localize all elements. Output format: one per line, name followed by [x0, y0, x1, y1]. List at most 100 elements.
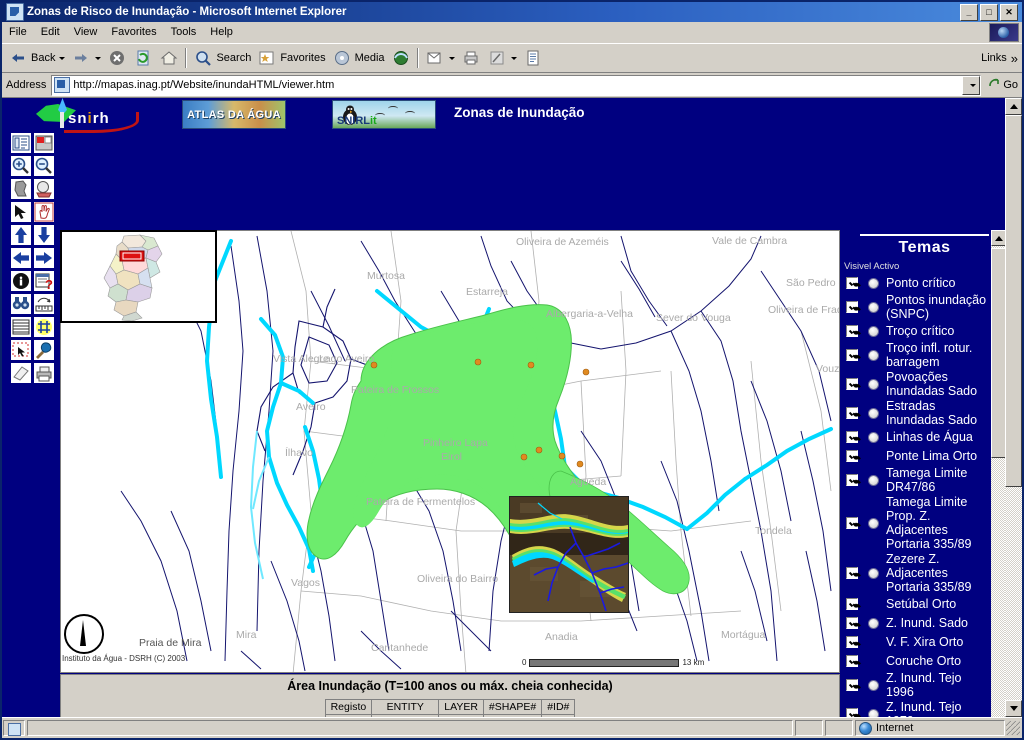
minimize-button[interactable]: _	[960, 3, 978, 21]
theme-row[interactable]: V. F. Xira Orto	[842, 633, 989, 651]
theme-row[interactable]: Linhas de Água	[842, 428, 989, 446]
print-button[interactable]	[458, 46, 484, 70]
pan-west-tool[interactable]	[10, 247, 32, 269]
grid-tool[interactable]	[33, 316, 55, 338]
links-bar[interactable]: Links »	[981, 51, 1018, 66]
theme-row[interactable]: Tamega Limite Prop. Z. Adjacentes Portar…	[842, 495, 989, 551]
theme-row[interactable]: Z. Inund. Tejo 1996	[842, 671, 989, 699]
theme-visible-checkbox[interactable]	[846, 349, 858, 361]
snirlit-logo[interactable]: SNIRLit	[332, 100, 436, 129]
page-scroll-thumb[interactable]	[1005, 115, 1022, 487]
home-button[interactable]	[156, 46, 182, 70]
pan-north-tool[interactable]	[10, 224, 32, 246]
find-tool[interactable]	[10, 293, 32, 315]
overview-locator-map[interactable]	[60, 230, 217, 323]
theme-visible-checkbox[interactable]	[846, 407, 858, 419]
theme-row[interactable]: Tamega Limite DR47/86	[842, 466, 989, 494]
theme-visible-checkbox[interactable]	[846, 617, 858, 629]
stop-button[interactable]	[104, 46, 130, 70]
pan-south-tool[interactable]	[33, 224, 55, 246]
theme-visible-checkbox[interactable]	[846, 378, 858, 390]
legend-tool[interactable]	[10, 132, 32, 154]
mail-dropdown-icon[interactable]	[448, 56, 455, 60]
satellite-inset-image[interactable]	[509, 496, 629, 613]
menu-help[interactable]: Help	[203, 24, 240, 40]
refresh-button[interactable]	[130, 46, 156, 70]
zoom-previous-tool[interactable]	[33, 178, 55, 200]
theme-row[interactable]: Coruche Orto	[842, 652, 989, 670]
theme-active-radio[interactable]	[868, 567, 879, 579]
theme-active-radio[interactable]	[868, 474, 879, 486]
page-scroll-down-button[interactable]	[1005, 700, 1022, 717]
theme-row[interactable]: Zezere Z. Adjacentes Portaria 335/89	[842, 552, 989, 594]
address-url-text[interactable]: http://mapas.inag.pt/Website/inundaHTML/…	[73, 79, 962, 91]
theme-visible-checkbox[interactable]	[846, 277, 858, 289]
theme-active-radio[interactable]	[868, 325, 879, 337]
zoom-in-tool[interactable]	[10, 155, 32, 177]
theme-active-radio[interactable]	[868, 407, 879, 419]
discuss-button[interactable]	[520, 46, 546, 70]
back-button[interactable]: Back	[5, 46, 68, 70]
media-button[interactable]: Media	[329, 46, 388, 70]
identify-pointer-tool[interactable]	[10, 201, 32, 223]
registo-link[interactable]: 1	[345, 716, 351, 717]
maximize-button[interactable]: □	[980, 3, 998, 21]
pan-hand-tool[interactable]	[33, 201, 55, 223]
atlas-da-agua-logo[interactable]: ATLAS DA ÁGUA	[182, 100, 286, 129]
links-chevron-icon[interactable]: »	[1011, 51, 1018, 66]
go-button[interactable]: Go	[987, 75, 1018, 95]
theme-visible-checkbox[interactable]	[846, 708, 858, 717]
theme-row[interactable]: Troço infl. rotur. barragem	[842, 341, 989, 369]
theme-active-radio[interactable]	[868, 277, 879, 289]
theme-active-radio[interactable]	[868, 378, 879, 390]
theme-active-radio[interactable]	[868, 617, 879, 629]
print-tool[interactable]	[33, 362, 55, 384]
theme-row[interactable]: Z. Inund. Sado	[842, 614, 989, 632]
favorites-button[interactable]: Favorites	[254, 46, 328, 70]
theme-visible-checkbox[interactable]	[846, 567, 858, 579]
menu-tools[interactable]: Tools	[164, 24, 204, 40]
edit-button[interactable]	[484, 46, 520, 70]
search-button[interactable]: Search	[190, 46, 254, 70]
theme-visible-checkbox[interactable]	[846, 431, 858, 443]
address-input[interactable]: http://mapas.inag.pt/Website/inundaHTML/…	[51, 74, 982, 96]
theme-row[interactable]: Setúbal Orto	[842, 595, 989, 613]
theme-visible-checkbox[interactable]	[846, 325, 858, 337]
info-tool[interactable]	[10, 270, 32, 292]
layout-tool[interactable]	[33, 132, 55, 154]
forward-dropdown-icon[interactable]	[95, 56, 102, 60]
menu-edit[interactable]: Edit	[34, 24, 67, 40]
theme-row[interactable]: Ponto crítico	[842, 274, 989, 292]
theme-visible-checkbox[interactable]	[846, 655, 858, 667]
theme-active-radio[interactable]	[868, 431, 879, 443]
theme-row[interactable]: Estradas Inundadas Sado	[842, 399, 989, 427]
zoom-full-extent-tool[interactable]	[10, 178, 32, 200]
cell-registo[interactable]: 1	[324, 714, 373, 717]
theme-row[interactable]: Povoações Inundadas Sado	[842, 370, 989, 398]
menu-favorites[interactable]: Favorites	[104, 24, 163, 40]
close-button[interactable]: ✕	[1000, 3, 1018, 21]
theme-visible-checkbox[interactable]	[846, 450, 858, 462]
edit-dropdown-icon[interactable]	[510, 56, 517, 60]
theme-row[interactable]: Troço crítico	[842, 322, 989, 340]
theme-visible-checkbox[interactable]	[846, 301, 858, 313]
forward-button[interactable]	[68, 46, 104, 70]
back-dropdown-icon[interactable]	[59, 56, 66, 60]
theme-visible-checkbox[interactable]	[846, 517, 858, 529]
address-dropdown-button[interactable]	[962, 75, 981, 95]
theme-row[interactable]: Pontos inundação (SNPC)	[842, 293, 989, 321]
theme-visible-checkbox[interactable]	[846, 679, 858, 691]
theme-visible-checkbox[interactable]	[846, 598, 858, 610]
menu-file[interactable]: File	[2, 24, 34, 40]
theme-active-radio[interactable]	[868, 708, 879, 717]
snirh-logo[interactable]: snirh	[30, 98, 140, 133]
history-button[interactable]	[388, 46, 414, 70]
query-tool[interactable]: ?	[33, 270, 55, 292]
theme-row[interactable]: Ponte Lima Orto	[842, 447, 989, 465]
theme-active-radio[interactable]	[868, 349, 879, 361]
theme-row[interactable]: Z. Inund. Tejo 1979	[842, 700, 989, 717]
theme-visible-checkbox[interactable]	[846, 474, 858, 486]
theme-active-radio[interactable]	[868, 517, 879, 529]
theme-active-radio[interactable]	[868, 301, 879, 313]
theme-active-radio[interactable]	[868, 679, 879, 691]
